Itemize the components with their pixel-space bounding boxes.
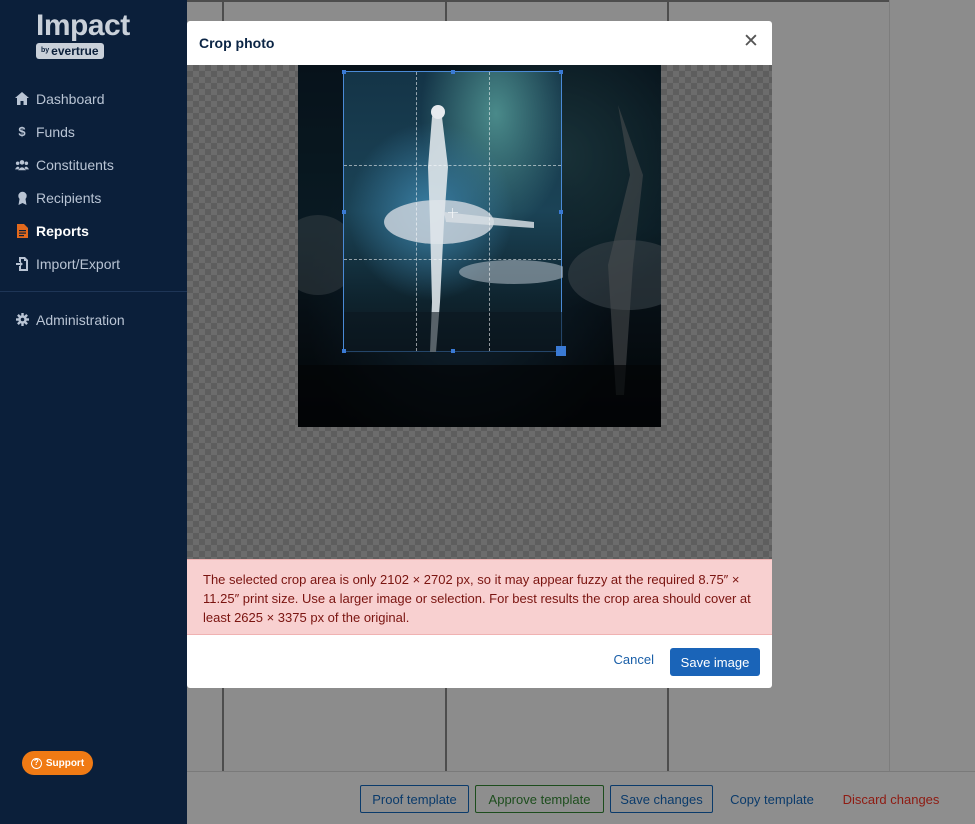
- support-label: Support: [45, 757, 85, 769]
- sidebar-item-label: Recipients: [36, 189, 102, 206]
- sidebar-item-reports[interactable]: Reports: [0, 214, 187, 247]
- modal-title: Crop photo: [199, 35, 275, 51]
- crop-resolution-warning: The selected crop area is only 2102 × 27…: [187, 559, 772, 635]
- app-logo[interactable]: Impact by evertrue: [36, 10, 130, 60]
- crop-gridline: [344, 165, 561, 166]
- users-icon: [15, 158, 29, 172]
- sidebar-item-administration[interactable]: Administration: [0, 303, 187, 336]
- help-icon: ?: [30, 757, 42, 769]
- award-icon: [15, 191, 29, 205]
- sidebar-item-funds[interactable]: $ Funds: [0, 115, 187, 148]
- cancel-button[interactable]: Cancel: [614, 652, 654, 667]
- sidebar-nav: Dashboard $ Funds Constituents Recipient…: [0, 82, 187, 280]
- discard-changes-button[interactable]: Discard changes: [835, 785, 947, 813]
- crop-handle-bottom[interactable]: [451, 349, 455, 353]
- crop-gridline: [416, 72, 417, 351]
- sidebar-item-label: Funds: [36, 123, 75, 140]
- proof-template-button[interactable]: Proof template: [360, 785, 469, 813]
- sidebar-item-import-export[interactable]: Import/Export: [0, 247, 187, 280]
- approve-template-button[interactable]: Approve template: [475, 785, 604, 813]
- sidebar-item-label: Constituents: [36, 156, 114, 173]
- sidebar-item-label: Administration: [36, 311, 125, 328]
- sidebar-item-dashboard[interactable]: Dashboard: [0, 82, 187, 115]
- source-photo: [298, 65, 661, 427]
- crop-handle-bottom-right[interactable]: [556, 346, 566, 356]
- crop-selection[interactable]: [342, 70, 566, 356]
- template-border-top: [187, 0, 889, 2]
- sidebar-admin-section: Administration: [0, 303, 187, 336]
- crop-gridline: [344, 259, 561, 260]
- home-icon: [15, 92, 29, 106]
- sidebar-item-constituents[interactable]: Constituents: [0, 148, 187, 181]
- sidebar-item-label: Import/Export: [36, 255, 121, 272]
- save-image-button[interactable]: Save image: [670, 648, 760, 676]
- logo-sub-brand: by evertrue: [36, 43, 104, 59]
- logo-wordmark: Impact: [36, 9, 130, 42]
- crop-photo-modal: Crop photo ✕ The selected crop area is o…: [187, 21, 772, 688]
- sidebar-divider: [0, 291, 187, 292]
- sidebar-item-label: Reports: [36, 222, 89, 239]
- crop-handle-top[interactable]: [451, 70, 455, 74]
- save-changes-button[interactable]: Save changes: [610, 785, 713, 813]
- modal-footer: Cancel Save image: [187, 635, 772, 688]
- document-icon: [15, 223, 29, 238]
- crop-handle-bottom-left[interactable]: [342, 349, 346, 353]
- modal-header: Crop photo ✕: [187, 21, 772, 65]
- copy-template-button[interactable]: Copy template: [721, 785, 823, 813]
- sidebar-item-label: Dashboard: [36, 90, 105, 107]
- gear-icon: [15, 313, 29, 327]
- crop-handle-left[interactable]: [342, 210, 346, 214]
- template-action-bar: Proof template Approve template Save cha…: [187, 771, 975, 824]
- crop-gridline: [489, 72, 490, 351]
- crop-handle-top-left[interactable]: [342, 70, 346, 74]
- sidebar-item-recipients[interactable]: Recipients: [0, 181, 187, 214]
- import-export-icon: [15, 256, 29, 271]
- sidebar: Impact by evertrue Dashboard $ Funds Cons…: [0, 0, 187, 824]
- template-border-right: [889, 0, 890, 772]
- crop-center-crosshair: [448, 208, 458, 218]
- crop-handle-top-right[interactable]: [559, 70, 563, 74]
- close-icon[interactable]: ✕: [742, 32, 760, 51]
- crop-handle-right[interactable]: [559, 210, 563, 214]
- crop-canvas[interactable]: [187, 65, 772, 559]
- support-button[interactable]: ? Support: [22, 751, 93, 775]
- dollar-icon: $: [18, 124, 26, 139]
